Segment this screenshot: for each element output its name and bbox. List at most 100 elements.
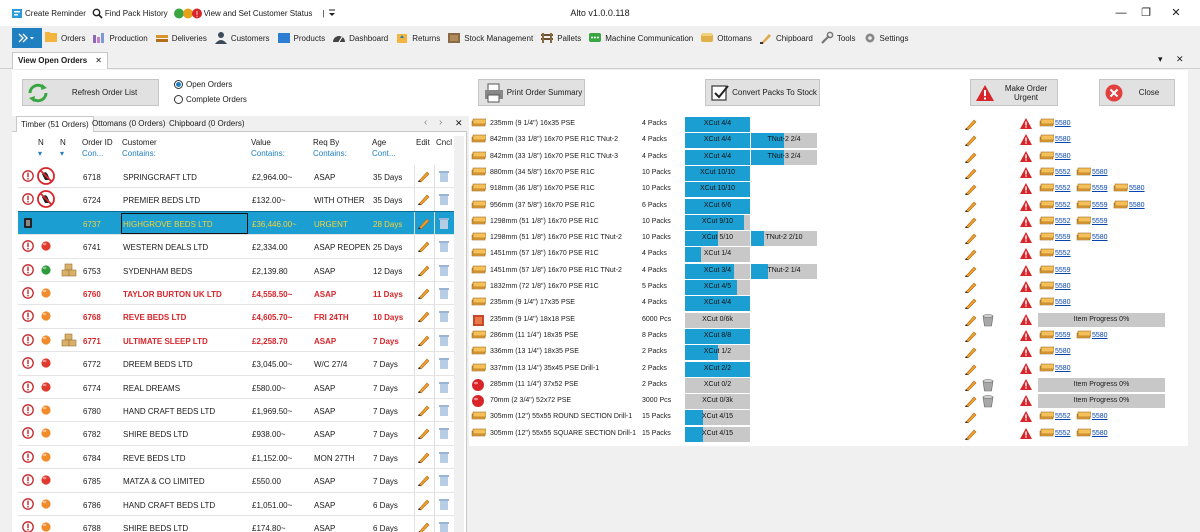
convert-packs-button[interactable]: Convert Packs To Stock [705,79,820,106]
order-line-row[interactable]: 337mm (13 1/4") 35x45 PSE Drill-1 2 Packs… [469,360,1169,378]
edit-pencil-icon[interactable] [963,231,977,245]
pack-link[interactable]: 5580 [1092,332,1108,339]
table-row[interactable]: 6785 MATZA & CO LIMITED £550.00 ASAP 7 Days [18,469,454,493]
warning-icon[interactable] [1019,345,1033,359]
pack-link[interactable]: 5580 [1092,234,1108,241]
radio-complete-orders[interactable]: Complete Orders [174,95,247,104]
table-row[interactable]: 6718 SPRINGCRAFT LTD £2,964.00~ ASAP 35 Days [18,165,454,189]
edit-pencil-icon[interactable] [416,286,430,300]
edit-pencil-icon[interactable] [963,410,977,424]
pack-link[interactable]: 5552 [1055,185,1071,192]
edit-pencil-icon[interactable] [416,356,430,370]
warning-icon[interactable] [1019,280,1033,294]
warning-icon[interactable] [1019,394,1033,408]
table-row[interactable]: 6786 HAND CRAFT BEDS LTD £1,051.00~ ASAP 6 D… [18,492,454,516]
pack-link[interactable]: 5552 [1055,430,1071,437]
order-line-row[interactable]: 336mm (13 1/4") 18x35 PSE 2 Packs XCut 1/2… [469,344,1169,361]
tab-prev-arrow[interactable]: ‹ [424,117,427,128]
tab-ottomans[interactable]: Ottomans (0 Orders) [88,116,169,132]
table-row[interactable]: 6771 ULTIMATE SLEEP LTD £2,258.70 ASAP 7 Day… [18,328,454,353]
table-row[interactable]: 6760 TAYLOR BURTON UK LTD £4,558.50~ ASAP 11… [18,282,454,306]
pack-link[interactable]: 5559 [1055,234,1071,241]
trash-icon[interactable] [438,520,450,532]
warning-icon[interactable] [1019,117,1033,131]
edit-pencil-icon[interactable] [416,216,430,230]
bin-icon[interactable] [981,378,995,392]
edit-pencil-icon[interactable] [963,394,977,408]
col-header-n2[interactable]: N [60,138,66,147]
pack-link[interactable]: 5580 [1129,185,1145,192]
tab-timber[interactable]: Timber (51 Orders) [16,116,94,132]
filter-n1-icon[interactable]: ▾ [38,149,42,158]
radio-complete-orders-indicator[interactable] [174,95,183,104]
edit-pencil-icon[interactable] [963,199,977,213]
edit-pencil-icon[interactable] [963,280,977,294]
refresh-order-list-button[interactable]: Refresh Order List [22,79,159,106]
trash-icon[interactable] [438,169,450,183]
print-order-summary-button[interactable]: Print Order Summary [478,79,585,106]
col-header-cncl[interactable]: Cncl [436,138,452,147]
edit-pencil-icon[interactable] [963,296,977,310]
warning-icon[interactable] [1019,231,1033,245]
col-header-age[interactable]: Age [372,138,386,147]
edit-pencil-icon[interactable] [963,378,977,392]
col-header-n1[interactable]: N [38,138,44,147]
nav-ottomans[interactable]: Ottomans [700,31,752,45]
close-button[interactable]: Close [1099,79,1175,106]
warning-icon[interactable] [1019,182,1033,196]
filter-age[interactable]: Cont... [372,149,396,158]
edit-pencil-icon[interactable] [416,450,430,464]
nav-machine-communication[interactable]: Machine Communication [588,31,693,45]
make-order-urgent-button[interactable]: Make Order Urgent [970,79,1058,106]
trash-icon[interactable] [438,497,450,511]
pack-link[interactable]: 5580 [1055,283,1071,290]
edit-pencil-icon[interactable] [963,133,977,147]
warning-icon[interactable] [1019,362,1033,376]
tab-dropdown-icon[interactable]: ▾ [1158,54,1163,65]
pack-link[interactable]: 5580 [1055,136,1071,143]
order-line-row[interactable]: 235mm (9 1/4") 18x18 PSE 6000 Pcs XCut 0/6… [469,311,1169,329]
find-pack-history-button[interactable]: Find Pack History [92,8,168,19]
order-line-row[interactable]: 285mm (11 1/4") 37x52 PSE 2 Packs XCut 0/2… [469,376,1169,394]
edit-pencil-icon[interactable] [416,239,430,253]
trash-icon[interactable] [438,380,450,394]
edit-pencil-icon[interactable] [963,313,977,327]
edit-pencil-icon[interactable] [416,426,430,440]
pack-link[interactable]: 5580 [1092,169,1108,176]
filter-customer[interactable]: Contains: [122,149,156,158]
nav-deliveries[interactable]: Deliveries [155,31,207,45]
order-line-row[interactable]: 842mm (33 1/8") 16x70 PSE R1C TNut-3 4 Pa… [469,148,1169,166]
edit-pencil-icon[interactable] [963,264,977,278]
edit-pencil-icon[interactable] [963,150,977,164]
customize-dropdown-icon[interactable] [328,8,336,18]
col-header-customer[interactable]: Customer [122,138,157,147]
order-line-row[interactable]: 956mm (37 5/8") 16x70 PSE R1C 6 Packs XCut… [469,197,1169,215]
pack-link[interactable]: 5559 [1092,218,1108,225]
col-header-order-id[interactable]: Order ID [82,138,113,147]
edit-pencil-icon[interactable] [416,497,430,511]
edit-pencil-icon[interactable] [963,345,977,359]
order-line-row[interactable]: 70mm (2 3/4") 52x72 PSE 3000 Pcs XCut 0/3k… [469,393,1169,410]
order-line-row[interactable]: 305mm (12") 55x55 ROUND SECTION Drill-1 1… [469,409,1169,426]
table-row[interactable]: 6784 REVE BEDS LTD £1,152.00~ MON 27TH 7 Day… [18,445,454,470]
tab-view-open-orders[interactable]: View Open Orders ✕ [12,52,108,69]
edit-pencil-icon[interactable] [963,215,977,229]
pack-link[interactable]: 5552 [1055,413,1071,420]
pack-link[interactable]: 5580 [1092,430,1108,437]
trash-icon[interactable] [438,450,450,464]
edit-pencil-icon[interactable] [416,333,430,347]
nav-production[interactable]: Production [92,31,148,45]
edit-pencil-icon[interactable] [416,309,430,323]
edit-pencil-icon[interactable] [416,169,430,183]
radio-open-orders[interactable]: Open Orders [174,80,232,89]
edit-pencil-icon[interactable] [416,192,430,206]
warning-icon[interactable] [1019,296,1033,310]
edit-pencil-icon[interactable] [963,247,977,261]
nav-dashboard[interactable]: Dashboard [332,31,388,45]
trash-icon[interactable] [438,426,450,440]
edit-pencil-icon[interactable] [416,403,430,417]
nav-returns[interactable]: Returns [395,31,440,45]
pack-link[interactable]: 5580 [1129,202,1145,209]
nav-stock-management[interactable]: Stock Management [447,31,533,45]
nav-settings[interactable]: Settings [863,31,908,45]
